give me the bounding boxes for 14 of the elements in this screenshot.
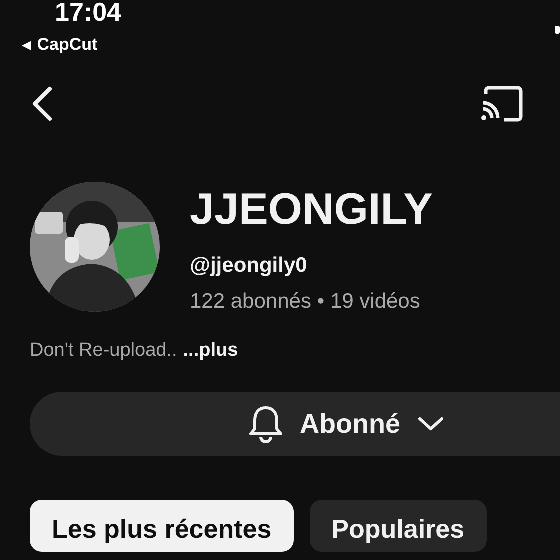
cast-icon[interactable] xyxy=(480,86,524,122)
filter-chip[interactable]: Populaires xyxy=(310,500,487,552)
channel-stats: 122 abonnés • 19 vidéos xyxy=(190,290,422,314)
subscribe-button[interactable]: Abonné xyxy=(30,392,560,456)
more-link[interactable]: ...plus xyxy=(183,340,238,362)
chevron-down-icon xyxy=(416,415,444,433)
back-to-app-link[interactable]: ◀ CapCut xyxy=(22,35,98,55)
status-time: 17:04 xyxy=(55,0,122,24)
back-icon[interactable] xyxy=(30,86,54,122)
channel-name: JJEONGILY xyxy=(190,186,433,234)
bell-icon xyxy=(248,405,284,443)
filter-chip[interactable]: Les plus récentes xyxy=(30,500,294,552)
channel-handle: @jjeongily0 xyxy=(190,254,308,278)
channel-description: Don't Re-upload.. xyxy=(30,340,178,362)
